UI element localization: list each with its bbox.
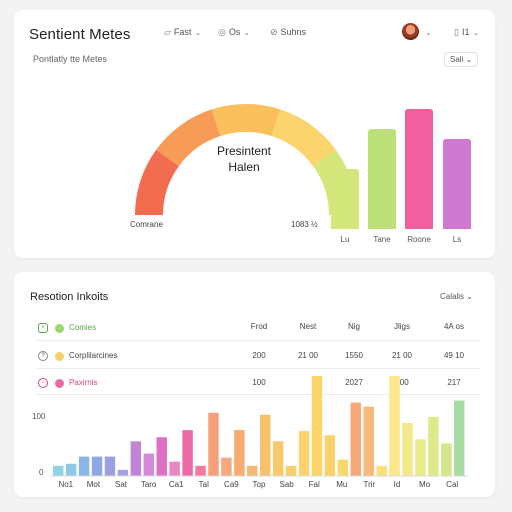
chart-bar[interactable] bbox=[402, 422, 413, 476]
chart-bar[interactable] bbox=[234, 430, 245, 476]
chart-bar[interactable] bbox=[260, 414, 271, 476]
meter-bar[interactable] bbox=[331, 169, 359, 229]
chart-bar[interactable] bbox=[156, 437, 167, 476]
x-axis-tick-label: No1 bbox=[58, 480, 74, 489]
insights-bar-chart bbox=[50, 376, 468, 477]
chart-bar[interactable] bbox=[428, 416, 439, 476]
x-axis-tick-label: Mo bbox=[419, 480, 431, 489]
chart-bar[interactable] bbox=[104, 456, 116, 476]
chart-bar[interactable] bbox=[208, 412, 219, 476]
chart-bar[interactable] bbox=[363, 406, 374, 476]
chart-bar[interactable] bbox=[389, 376, 400, 476]
x-axis-tick-label: Ca9 bbox=[224, 480, 239, 489]
chart-bar[interactable] bbox=[247, 465, 258, 476]
meter-bar[interactable] bbox=[368, 129, 396, 229]
gauge-title: Presintent bbox=[216, 144, 272, 158]
x-axis-tick-label: Id bbox=[393, 480, 401, 489]
x-axis-tick-label: Mu bbox=[336, 480, 348, 489]
chart-bar[interactable] bbox=[350, 402, 361, 476]
x-axis-tick-label: Sat bbox=[114, 480, 127, 489]
x-axis-tick-label: Sab bbox=[279, 480, 294, 489]
x-axis-tick-label: Fal bbox=[308, 480, 320, 489]
chart-bar[interactable] bbox=[415, 439, 426, 476]
chart-bar[interactable] bbox=[53, 465, 64, 476]
chart-bar[interactable] bbox=[91, 456, 103, 476]
x-axis-tick-label: Cal bbox=[446, 480, 459, 489]
x-axis-tick-label: Tal bbox=[198, 480, 209, 489]
gauge-left-label: Comrane bbox=[130, 220, 163, 229]
chart-bar[interactable] bbox=[298, 431, 310, 476]
sentiment-meters-card: Sentient Metes ▱ Fast ⌄ ◎ Os ⌄ ⊘ Suhns ⌄… bbox=[14, 10, 495, 258]
x-axis-tick-label: Mot bbox=[86, 480, 101, 489]
chart-bar[interactable] bbox=[221, 457, 232, 476]
meter-bar-label: Lu bbox=[340, 235, 350, 244]
chart-bar[interactable] bbox=[182, 430, 193, 476]
x-axis-tick-label: Ca1 bbox=[168, 480, 184, 489]
chart-bar[interactable] bbox=[195, 465, 206, 476]
x-axis-tick-label: Trir bbox=[363, 480, 376, 489]
chart-bar[interactable] bbox=[65, 463, 77, 476]
chart-bar[interactable] bbox=[441, 443, 452, 476]
chart-bar[interactable] bbox=[311, 376, 323, 476]
chart-bar[interactable] bbox=[117, 469, 129, 476]
chart-bar[interactable] bbox=[454, 400, 465, 476]
x-axis-tick-label: Top bbox=[252, 480, 266, 489]
chart-bar[interactable] bbox=[285, 465, 297, 476]
chart-bar[interactable] bbox=[78, 456, 90, 476]
chart-bar[interactable] bbox=[337, 459, 349, 476]
meter-bar[interactable] bbox=[405, 109, 433, 229]
meter-bar-label: Roone bbox=[407, 235, 431, 244]
insights-card: Resotion Inkoits Calalis ⌄ Frod Nest Nig… bbox=[14, 272, 495, 497]
gauge-right-label: 1083 ½ bbox=[291, 220, 318, 229]
meter-bar[interactable] bbox=[443, 139, 471, 229]
chart-bar[interactable] bbox=[143, 453, 154, 476]
meter-bar-label: Ls bbox=[452, 235, 462, 244]
chart-bar[interactable] bbox=[272, 441, 284, 476]
meter-bar-label: Tane bbox=[373, 235, 391, 244]
gauge-subtitle: Halen bbox=[228, 160, 260, 174]
chart-bar[interactable] bbox=[324, 435, 336, 476]
gauge-segment bbox=[211, 104, 281, 137]
chart-bar[interactable] bbox=[376, 465, 387, 476]
chart-bar[interactable] bbox=[130, 441, 142, 476]
chart-bar[interactable] bbox=[169, 461, 180, 476]
x-axis-tick-label: Taro bbox=[140, 480, 157, 489]
